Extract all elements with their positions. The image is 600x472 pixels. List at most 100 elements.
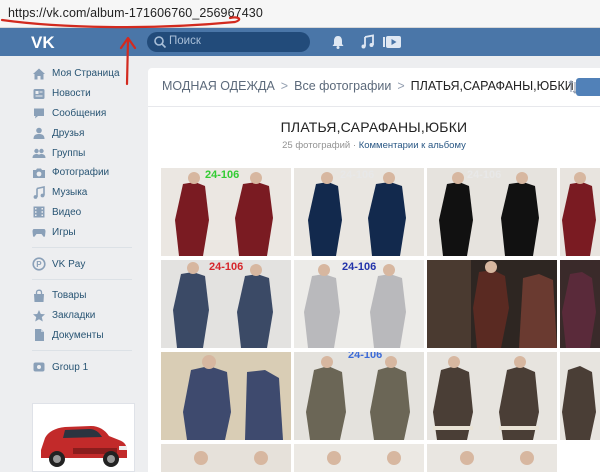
photo-thumb[interactable]: 24-106 (161, 168, 291, 256)
sidebar-divider (32, 247, 132, 249)
dress-photo (427, 352, 557, 440)
sidebar-item-video[interactable]: Видео (28, 203, 138, 223)
dress-photo (560, 260, 600, 348)
music-icon (33, 185, 45, 199)
sidebar-item-label: Документы (52, 329, 104, 341)
sidebar-item-label: Новости (52, 88, 91, 100)
photo-thumb[interactable] (560, 168, 600, 256)
search-icon (154, 36, 167, 49)
sidebar-item-friends[interactable]: Друзья (28, 123, 138, 143)
sidebar-item-label: Друзья (52, 127, 85, 139)
url-text[interactable]: https://vk.com/album-171606760_256967430 (8, 6, 263, 20)
bag-icon (34, 289, 44, 302)
photo-thumb[interactable]: 24-106 (161, 260, 291, 348)
sidebar-item-label: Музыка (52, 187, 88, 199)
breadcrumb-all-photos[interactable]: Все фотографии (294, 79, 391, 93)
sidebar-item-bookmarks[interactable]: Закладки (28, 306, 138, 326)
vk-header: VK Поиск (0, 28, 600, 56)
sidebar-item-games[interactable]: Игры (28, 222, 138, 242)
divider (148, 106, 600, 107)
sidebar-item-label: Закладки (52, 310, 96, 322)
search-placeholder: Поиск (169, 35, 201, 47)
dress-photo (427, 168, 557, 256)
sidebar-item-groups[interactable]: Группы (28, 143, 138, 163)
article-tag: 24-106 (340, 169, 375, 181)
news-icon (33, 88, 45, 99)
article-tag: 24-106 (209, 261, 244, 273)
album-panel: МОДНАЯ ОДЕЖДА > Все фотографии > ПЛАТЬЯ,САРА… (148, 68, 600, 472)
dress-photo (560, 352, 600, 440)
play-icon[interactable] (382, 34, 402, 50)
sidebar-item-label: Видео (52, 206, 82, 218)
groups-icon (32, 148, 46, 159)
sidebar-item-vkpay[interactable]: P VK Pay (28, 254, 138, 274)
sidebar-item-goods[interactable]: Товары (28, 286, 138, 306)
photo-thumb[interactable]: 24-106 (294, 260, 424, 348)
sidebar-item-messages[interactable]: Сообщения (28, 104, 138, 124)
article-tag: 24-106 (342, 261, 377, 273)
dress-photo (294, 352, 424, 440)
sidebar-item-documents[interactable]: Документы (28, 326, 138, 346)
sidebar-ad[interactable] (32, 403, 135, 472)
photo-thumb[interactable]: 24-106 (427, 168, 557, 256)
photo-count: 25 фотографий (282, 140, 351, 151)
album-title: ПЛАТЬЯ,САРАФАНЫ,ЮБКИ (280, 119, 468, 135)
music-icon[interactable] (360, 34, 376, 50)
search-input[interactable]: Поиск (147, 32, 310, 52)
video-icon (33, 206, 45, 218)
article-tag: 24-106 (205, 169, 240, 181)
album-meta: 25 фотографий · Комментарии к альбому (148, 140, 600, 151)
sidebar-divider (32, 350, 132, 352)
sidebar-divider (32, 278, 132, 280)
sidebar-nav: Моя Страница Новости Сообщения Друзья Гр… (28, 64, 138, 377)
comments-link[interactable]: Комментарии к альбому (359, 140, 466, 151)
photo-thumb[interactable]: 24-106 (294, 352, 424, 440)
sidebar-item-label: Товары (52, 290, 87, 302)
camera-icon (33, 168, 45, 178)
photo-thumb[interactable] (427, 444, 557, 472)
breadcrumb: МОДНАЯ ОДЕЖДА > Все фотографии > ПЛАТЬЯ,САРА… (162, 79, 584, 93)
photo-thumb[interactable] (427, 352, 557, 440)
bell-icon[interactable] (330, 34, 346, 50)
meta-dot: · (352, 140, 357, 151)
sidebar-item-my-page[interactable]: Моя Страница (28, 64, 138, 84)
document-icon (35, 329, 44, 342)
sidebar-item-photos[interactable]: Фотографии (28, 163, 138, 183)
messages-icon (34, 108, 44, 119)
dress-photo (427, 260, 557, 348)
article-tag: 24-106 (348, 352, 383, 361)
friends-icon (33, 127, 45, 140)
vk-logo[interactable]: VK (30, 32, 58, 52)
dress-photo (161, 260, 291, 348)
sidebar-item-label: Моя Страница (52, 68, 120, 80)
dress-photo (560, 168, 600, 256)
dress-photo (294, 444, 424, 472)
vkpay-icon: P (32, 257, 46, 271)
album-action-button[interactable] (576, 78, 600, 96)
dress-photo (161, 444, 291, 472)
photo-thumb[interactable] (161, 352, 291, 440)
dress-photo (294, 260, 424, 348)
breadcrumb-root[interactable]: МОДНАЯ ОДЕЖДА (162, 79, 275, 93)
sidebar-item-label: Фотографии (52, 167, 110, 179)
photo-thumb[interactable]: 24-106 (294, 168, 424, 256)
photo-thumb[interactable] (560, 260, 600, 348)
group-icon (33, 362, 45, 372)
sidebar-item-label: Сообщения (52, 107, 107, 119)
sidebar-item-label: Группы (52, 147, 86, 159)
dress-photo (294, 168, 424, 256)
sidebar-item-news[interactable]: Новости (28, 84, 138, 104)
sidebar-item-group-1[interactable]: Group 1 (28, 357, 138, 377)
photo-thumb[interactable] (294, 444, 424, 472)
sidebar-item-label: VK Pay (52, 258, 86, 270)
dress-photo (161, 352, 291, 440)
dress-photo (427, 444, 557, 472)
sidebar-item-music[interactable]: Музыка (28, 183, 138, 203)
svg-text:VK: VK (31, 33, 55, 52)
photo-thumb[interactable] (161, 444, 291, 472)
browser-address-bar[interactable]: https://vk.com/album-171606760_256967430 (0, 0, 600, 28)
chevron-right-icon: > (397, 79, 405, 93)
photo-thumb[interactable] (560, 352, 600, 440)
photo-thumb[interactable] (427, 260, 557, 348)
star-icon (33, 309, 45, 322)
